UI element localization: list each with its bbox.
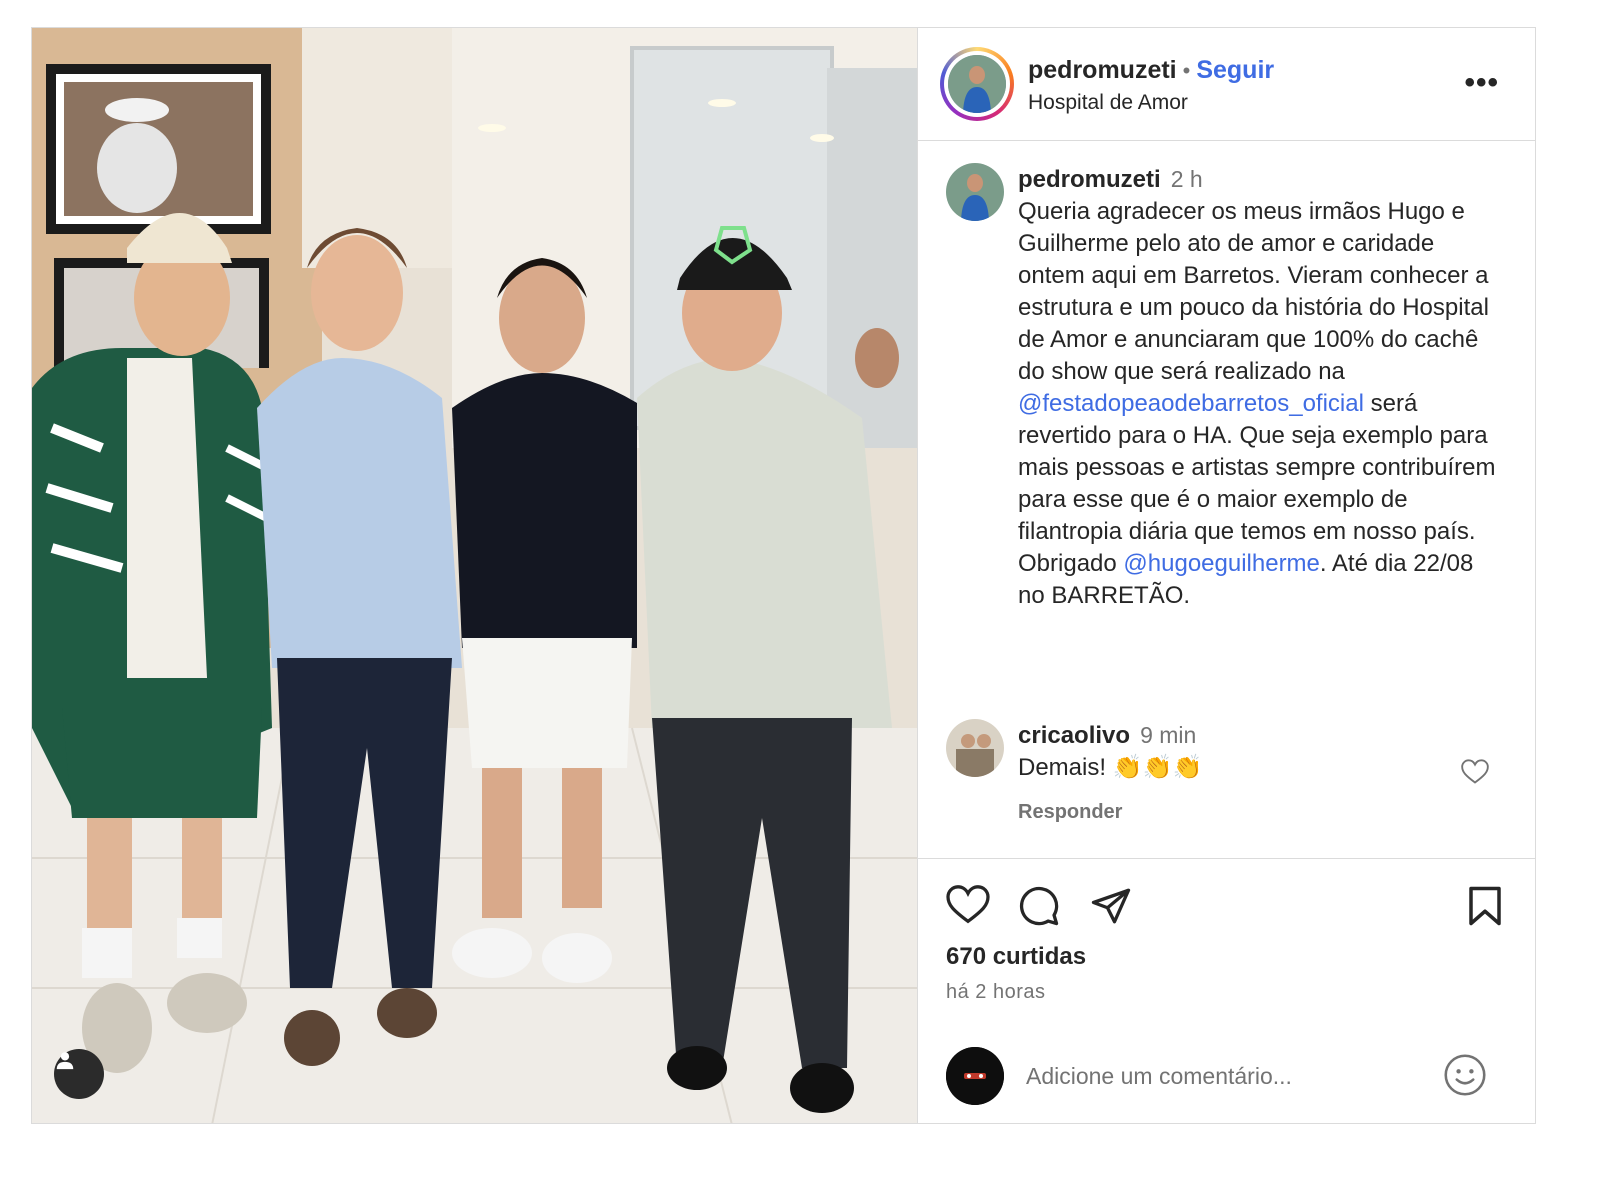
caption-body-2: será revertido para o HA. Que seja exemp… (1018, 390, 1496, 577)
comment-body: Demais! 👏👏👏 (1018, 754, 1203, 781)
comments-section[interactable]: pedromuzeti 2 h Queria agradecer os meus … (918, 141, 1535, 858)
post-timestamp: há 2 horas (946, 981, 1046, 1003)
bookmark-icon (1469, 886, 1501, 926)
caption-avatar[interactable] (946, 163, 1004, 221)
comment-like-button[interactable] (1461, 759, 1489, 790)
more-options-icon: ••• (1464, 66, 1499, 99)
comment-avatar[interactable] (946, 719, 1004, 777)
emoji-button[interactable] (1443, 1053, 1487, 1102)
story-ring[interactable] (940, 47, 1014, 121)
caption-text: pedromuzeti 2 h Queria agradecer os meus … (1018, 163, 1498, 612)
post-photo[interactable] (32, 28, 918, 1123)
mention-link[interactable]: @hugoeguilherme (1123, 550, 1320, 577)
heart-icon (1461, 759, 1489, 784)
post-card: pedromuzeti • Seguir Hospital de Amor ••• … (31, 27, 1536, 1124)
follow-button[interactable]: Seguir (1196, 56, 1274, 84)
heart-icon (946, 885, 990, 924)
comment-time: 9 min (1140, 722, 1197, 748)
caption-body-1: Queria agradecer os meus irmãos Hugo e G… (1018, 198, 1489, 385)
caption-time: 2 h (1170, 166, 1203, 192)
location-link[interactable]: Hospital de Amor (1028, 91, 1274, 115)
comment-input[interactable]: Adicione um comentário... (1026, 1063, 1292, 1090)
share-button[interactable] (1090, 885, 1132, 932)
current-user-avatar (946, 1047, 1004, 1105)
avatar (948, 55, 1006, 113)
comment-username[interactable]: cricaolivo (1018, 722, 1130, 749)
comment-button[interactable] (1018, 885, 1060, 932)
comment-text: cricaolivo 9 min Demais! 👏👏👏 (1018, 719, 1458, 784)
mention-link[interactable]: @festadopeaodebarretos_oficial (1018, 390, 1364, 417)
like-button[interactable] (946, 885, 990, 930)
tagged-people-button[interactable] (54, 1049, 104, 1099)
post-header: pedromuzeti • Seguir Hospital de Amor ••• (918, 28, 1535, 141)
separator-dot: • (1182, 58, 1191, 83)
reply-button[interactable]: Responder (1018, 801, 1122, 824)
likes-count[interactable]: 670 curtidas (946, 943, 1086, 971)
comment-icon (1019, 886, 1059, 926)
header-username[interactable]: pedromuzeti (1028, 56, 1177, 84)
post-actions: 670 curtidas há 2 horas Adicione um come… (918, 858, 1535, 1123)
add-comment-bar: Adicione um comentário... (918, 1037, 1535, 1117)
caption-username[interactable]: pedromuzeti (1018, 166, 1161, 193)
more-options-button[interactable]: ••• (1464, 66, 1499, 100)
send-icon (1091, 888, 1131, 924)
emoji-icon (1444, 1054, 1486, 1096)
save-button[interactable] (1467, 885, 1503, 932)
post-image (32, 28, 917, 1123)
post-side-panel: pedromuzeti • Seguir Hospital de Amor ••• … (918, 28, 1535, 1123)
